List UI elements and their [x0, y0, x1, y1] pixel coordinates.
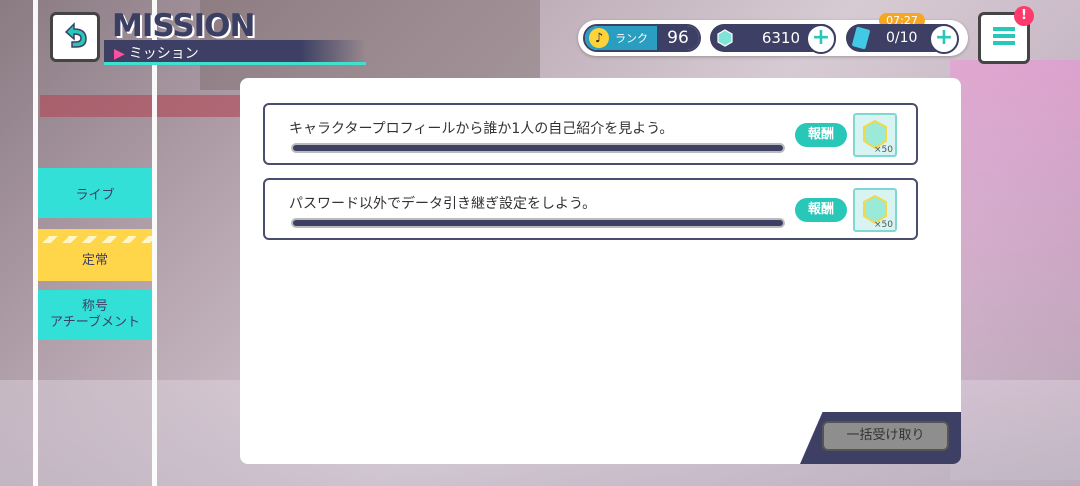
- back-arrow-icon: [60, 20, 90, 54]
- tab-live[interactable]: ライブ: [38, 168, 152, 218]
- page-title: MISSION: [112, 8, 255, 44]
- reward-badge: 報酬: [795, 123, 847, 147]
- back-button[interactable]: [50, 12, 100, 62]
- rank-label: ランク: [615, 32, 648, 45]
- alert-icon: !: [1014, 6, 1034, 26]
- music-note-icon: ♪: [589, 28, 609, 48]
- gem-count: 6310: [761, 29, 800, 47]
- triangle-icon: ▶: [114, 46, 125, 62]
- mission-progress-bar: [291, 218, 785, 228]
- tab-regular[interactable]: 定常: [38, 229, 152, 281]
- rank-label-section: ♪ ランク: [585, 26, 657, 50]
- mission-text: パスワード以外でデータ引き継ぎ設定をしよう。: [289, 196, 597, 212]
- tab-label: 称号 アチーブメント: [50, 299, 140, 330]
- mission-text: キャラクタープロフィールから誰か1人の自己紹介を見よう。: [289, 121, 674, 137]
- page-subtitle: ▶ ミッション: [114, 43, 199, 63]
- rank-display: ♪ ランク 96: [583, 24, 701, 52]
- reward-item[interactable]: ×50: [853, 188, 897, 232]
- mission-item: パスワード以外でデータ引き継ぎ設定をしよう。 報酬 ×50: [263, 178, 918, 240]
- ticket-count: 0/10: [886, 30, 918, 46]
- tab-title-achievement[interactable]: 称号 アチーブメント: [38, 290, 152, 340]
- add-gems-button[interactable]: +: [806, 24, 836, 54]
- background-awning: [40, 95, 240, 117]
- mission-progress-bar: [291, 143, 785, 153]
- tab-label: ライブ: [75, 187, 115, 203]
- page-header: MISSION ▶ ミッション: [104, 8, 366, 68]
- ticket-icon: [851, 26, 871, 50]
- gem-icon: [716, 29, 734, 47]
- add-tickets-button[interactable]: +: [929, 24, 959, 54]
- reward-item[interactable]: ×50: [853, 113, 897, 157]
- bulk-claim-button[interactable]: 一括受け取り: [822, 421, 949, 451]
- reward-quantity: ×50: [874, 220, 893, 230]
- plus-icon: +: [934, 25, 954, 50]
- tab-label: 定常: [81, 253, 108, 268]
- left-stripe: [152, 0, 157, 486]
- menu-icon: [991, 25, 1017, 51]
- page-subtitle-text: ミッション: [128, 46, 199, 62]
- rank-value: 96: [657, 26, 699, 50]
- plus-icon: +: [811, 25, 831, 50]
- mission-item: キャラクタープロフィールから誰か1人の自己紹介を見よう。 報酬 ×50: [263, 103, 918, 165]
- reward-badge: 報酬: [795, 198, 847, 222]
- reward-quantity: ×50: [874, 145, 893, 155]
